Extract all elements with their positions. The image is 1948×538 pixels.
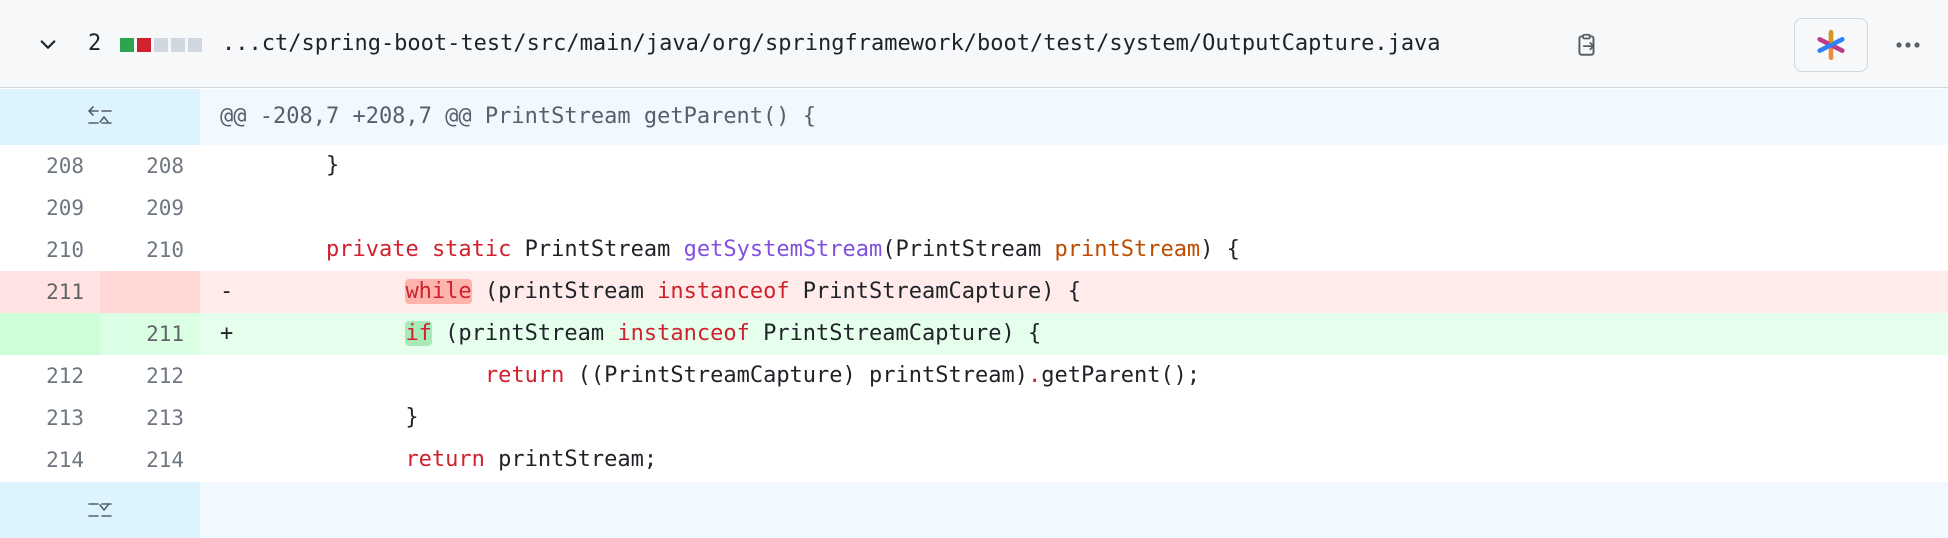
diffstat-square: [120, 38, 134, 52]
old-line-number[interactable]: 212: [0, 355, 100, 397]
copilot-button[interactable]: [1794, 18, 1868, 72]
file-path[interactable]: ...ct/spring-boot-test/src/main/java/org…: [222, 29, 1441, 59]
new-line-number[interactable]: 213: [100, 397, 200, 439]
new-line-number[interactable]: 210: [100, 229, 200, 271]
copilot-icon: [1817, 29, 1845, 61]
diffstat-square: [188, 38, 202, 52]
diff-line-row: 213 213 }: [0, 397, 1948, 439]
code-line: private static PrintStream getSystemStre…: [325, 237, 1240, 262]
code-line: }: [220, 405, 419, 430]
old-line-number[interactable]: 213: [0, 397, 100, 439]
diff-line-row: 208 208 }: [0, 145, 1948, 187]
expand-up-button[interactable]: [0, 89, 200, 145]
collapse-button[interactable]: [36, 32, 60, 56]
new-line-number[interactable]: 209: [100, 187, 200, 229]
expand-up-icon: [88, 106, 112, 124]
diff-line-row: 210 210 private static PrintStream getSy…: [0, 229, 1948, 271]
more-options-button[interactable]: [1892, 30, 1924, 60]
diffstat-square: [154, 38, 168, 52]
old-line-number[interactable]: 208: [0, 145, 100, 187]
diffstat-bar: [120, 38, 202, 52]
new-line-number[interactable]: 208: [100, 145, 200, 187]
added-line-row: 211 + if (printStream instanceof PrintSt…: [0, 313, 1948, 355]
old-line-number[interactable]: 214: [0, 439, 100, 481]
copy-path-icon: [1578, 33, 1595, 56]
code-line: return ((PrintStreamCapture) printStream…: [484, 363, 1201, 388]
code-line: return printStream;: [405, 447, 658, 472]
diff-line-row: 212 212 return ((PrintStreamCapture) pri…: [0, 355, 1948, 397]
old-line-number[interactable]: [0, 313, 100, 355]
old-line-number[interactable]: 210: [0, 229, 100, 271]
diff-file: 2 ...ct/spring-boot-test/src/main/java/o…: [0, 0, 1948, 538]
diffstat-square: [171, 38, 185, 52]
deleted-line-row: 211 - while (printStream instanceof Prin…: [0, 271, 1948, 313]
new-line-number[interactable]: 212: [100, 355, 200, 397]
chevron-down-icon: [40, 40, 56, 49]
hunk-header-row: @@ -208,7 +208,7 @@ PrintStream getParen…: [0, 89, 1948, 145]
change-count: 2: [88, 31, 102, 56]
code-line: while (printStream instanceof PrintStrea…: [405, 279, 1081, 304]
file-header: 2 ...ct/spring-boot-test/src/main/java/o…: [0, 0, 1948, 88]
copy-path-button[interactable]: [1572, 30, 1602, 60]
code-line: }: [220, 145, 339, 187]
new-line-number[interactable]: 214: [100, 439, 200, 481]
new-line-number[interactable]: [100, 271, 200, 313]
code-text: }: [325, 153, 340, 178]
old-line-number[interactable]: 209: [0, 187, 100, 229]
diff-line-row: 214 214 return printStream;: [0, 439, 1948, 481]
code-line: if (printStream instanceof PrintStreamCa…: [405, 321, 1042, 346]
hunk-header-text: @@ -208,7 +208,7 @@ PrintStream getParen…: [220, 104, 817, 129]
diffstat-square: [137, 38, 151, 52]
expand-down-row: [0, 482, 1948, 538]
diff-line-row: 209 209: [0, 187, 1948, 229]
new-line-number[interactable]: 211: [100, 313, 200, 355]
old-line-number[interactable]: 211: [0, 271, 100, 313]
expand-down-icon: [88, 503, 112, 517]
kebab-horizontal-icon: [1896, 42, 1920, 48]
expand-down-button[interactable]: [0, 482, 200, 538]
